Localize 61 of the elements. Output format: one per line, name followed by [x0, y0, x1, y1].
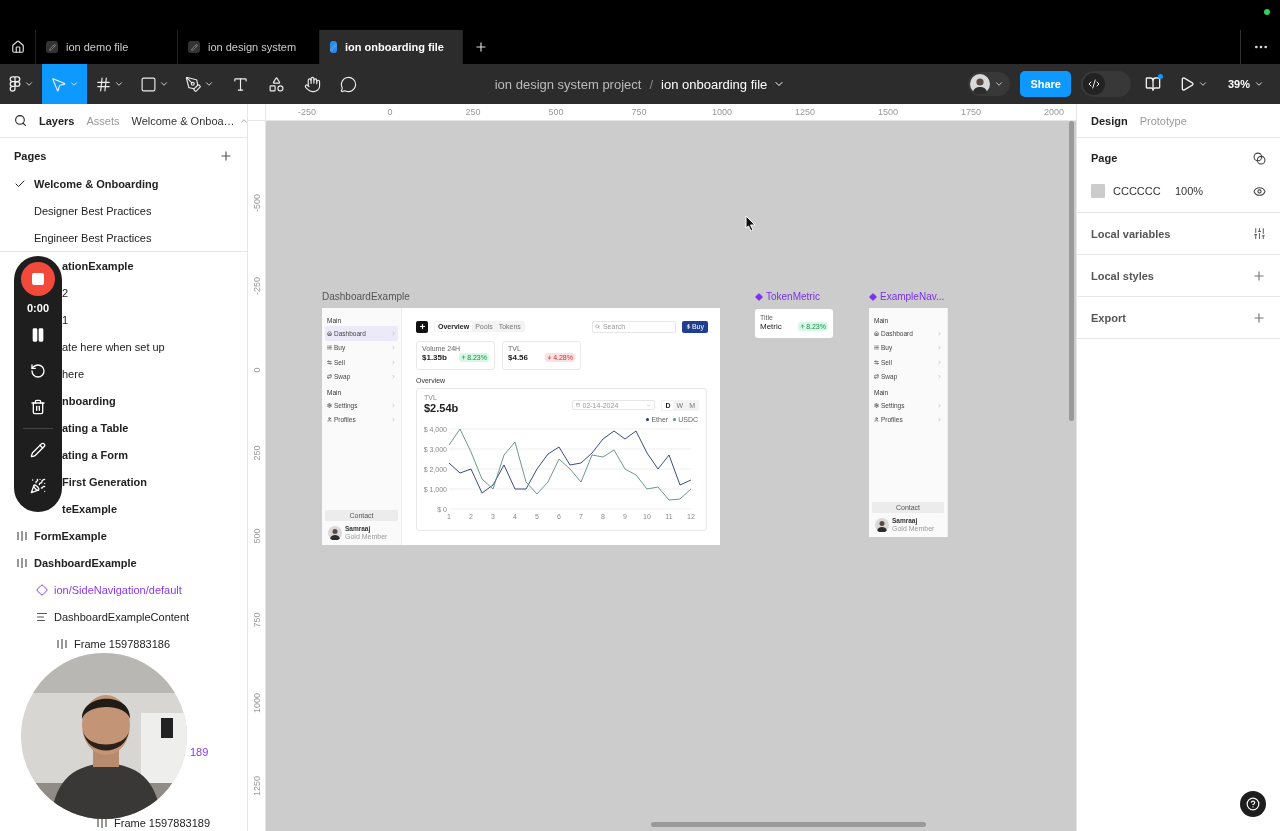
page-item[interactable]: Welcome & Onboarding	[0, 170, 247, 197]
page-item[interactable]: Designer Best Practices	[0, 197, 247, 224]
file-tab[interactable]: ion onboarding file	[320, 30, 463, 64]
ruler-label: 750	[631, 107, 647, 117]
layer-name[interactable]: ationExample	[62, 259, 134, 272]
ruler-label: -250	[298, 107, 316, 117]
page-menu[interactable]: Welcome & Onboa…	[131, 114, 247, 127]
metric-value: $4.56	[508, 353, 529, 362]
ruler-label: 250	[465, 107, 481, 117]
layer-name[interactable]: ating a Table	[62, 421, 129, 434]
layer-name[interactable]: ating a Form	[62, 448, 128, 461]
layer-name[interactable]: 2	[62, 286, 69, 299]
metric-value: $1.35b	[422, 353, 447, 362]
ruler-label: 1000	[252, 692, 262, 713]
ruler-label: -250	[252, 277, 262, 296]
layer-name[interactable]: FormExample	[34, 529, 107, 542]
zoom-menu[interactable]: 39%	[1221, 77, 1270, 91]
layer-name[interactable]: Frame 1597883186	[74, 637, 170, 650]
layer-name[interactable]: ion/SideNavigation/default	[54, 583, 182, 596]
ruler-label: 1250	[795, 107, 815, 117]
chart-value: $2.54b	[424, 402, 459, 414]
section-title: Pages	[14, 150, 47, 162]
ruler-label: 2000	[1044, 107, 1064, 117]
component-label: ExampleNav...	[869, 291, 945, 302]
ruler-label: 1000	[712, 107, 732, 117]
section-title: Page	[1091, 152, 1118, 164]
layer-name[interactable]: First Generation	[62, 475, 147, 488]
color-value: CCCCCC	[1113, 185, 1162, 197]
opacity-value: 100%	[1175, 185, 1205, 197]
ruler-label: 1750	[961, 107, 981, 117]
ruler-label: 1250	[252, 776, 262, 797]
page-item[interactable]: Engineer Best Practices	[0, 224, 247, 251]
ruler-label: 750	[252, 612, 262, 627]
ruler-label: 500	[548, 107, 564, 117]
panel-tab[interactable]: Design	[1091, 114, 1128, 127]
ruler-label: 0	[252, 367, 262, 373]
file-name[interactable]: ion onboarding file	[661, 76, 786, 92]
ruler-label: 500	[252, 528, 262, 544]
ruler-label: 0	[387, 107, 393, 117]
ruler-label: -500	[252, 194, 262, 212]
section-title: Local variables	[1091, 227, 1171, 240]
timer: 0:00	[27, 302, 49, 314]
layer-name[interactable]: Frame 1597883189	[114, 816, 210, 829]
layer-name[interactable]: teExample	[62, 502, 118, 515]
layer-name[interactable]: ate here when set up	[62, 340, 165, 353]
ruler-label: 1500	[878, 107, 898, 117]
section-title: Export	[1091, 311, 1126, 324]
panel-tab[interactable]: Layers	[39, 114, 75, 127]
layer-name[interactable]: 189	[190, 745, 209, 758]
ruler-label: 250	[252, 445, 262, 461]
layer-name[interactable]: 1	[62, 313, 69, 326]
layer-name[interactable]: nboarding	[62, 394, 116, 407]
layer-name[interactable]: DashboardExample	[34, 556, 137, 569]
layer-name[interactable]: DashboardExampleContent	[54, 610, 190, 623]
metric-value: Metric	[760, 322, 782, 331]
frame-label: DashboardExample	[322, 291, 410, 302]
layer-name[interactable]: here	[62, 367, 85, 380]
project-name: ion design system project	[494, 76, 642, 92]
section-title: Local styles	[1091, 269, 1154, 282]
breadcrumb-separator: /	[649, 76, 654, 92]
component-label: TokenMetric	[755, 291, 820, 302]
